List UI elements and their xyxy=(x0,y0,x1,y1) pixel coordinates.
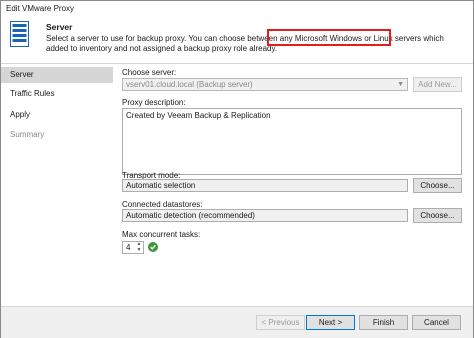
wizard-footer: < Previous Next > Finish Cancel xyxy=(1,306,473,338)
sidebar-item-label: Summary xyxy=(10,130,45,139)
sidebar-item-server[interactable]: Server xyxy=(1,67,113,83)
sidebar-item-label: Traffic Rules xyxy=(10,89,55,98)
step-title: Server xyxy=(46,22,73,32)
next-button[interactable]: Next > xyxy=(306,315,355,330)
proxy-description-label: Proxy description: xyxy=(122,98,186,107)
transport-choose-button[interactable]: Choose... xyxy=(413,178,462,193)
title-bar: Edit VMware Proxy xyxy=(1,1,473,17)
wizard-steps-sidebar: Server Traffic Rules Apply Summary xyxy=(1,65,113,313)
max-concurrent-tasks-value: 4 xyxy=(126,243,131,252)
add-new-button[interactable]: Add New... xyxy=(413,77,462,92)
datastores-choose-button[interactable]: Choose... xyxy=(413,208,462,223)
transport-mode-field: Automatic selection xyxy=(122,179,408,192)
proxy-description-textarea[interactable]: Created by Veeam Backup & Replication xyxy=(122,108,462,175)
sidebar-item-label: Apply xyxy=(10,110,31,119)
checkmark-icon xyxy=(148,242,158,252)
annotation-highlight-box xyxy=(267,29,391,46)
stepper-down-icon[interactable]: ▼ xyxy=(136,248,142,253)
edit-vmware-proxy-window: Edit VMware Proxy Server Select a server… xyxy=(0,0,474,338)
connected-datastores-field: Automatic detection (recommended) xyxy=(122,209,408,222)
server-icon xyxy=(10,21,29,47)
sidebar-item-apply[interactable]: Apply xyxy=(1,107,113,123)
sidebar-item-summary: Summary xyxy=(1,127,113,143)
choose-server-dropdown[interactable]: vserv01.cloud.local (Backup server) ▼ xyxy=(122,78,408,91)
window-title: Edit VMware Proxy xyxy=(6,4,75,13)
cancel-button[interactable]: Cancel xyxy=(412,315,461,330)
choose-server-label: Choose server: xyxy=(122,68,177,77)
sidebar-item-label: Server xyxy=(10,70,34,79)
sidebar-item-traffic-rules[interactable]: Traffic Rules xyxy=(1,86,113,102)
previous-button[interactable]: < Previous xyxy=(256,315,305,330)
step-description: Select a server to use for backup proxy.… xyxy=(46,34,444,53)
connected-datastores-label: Connected datastores: xyxy=(122,200,203,209)
finish-button[interactable]: Finish xyxy=(359,315,408,330)
chevron-down-icon: ▼ xyxy=(397,81,404,88)
max-concurrent-tasks-label: Max concurrent tasks: xyxy=(122,230,201,239)
choose-server-value: vserv01.cloud.local (Backup server) xyxy=(126,80,253,89)
max-concurrent-tasks-stepper[interactable]: 4 ▲ ▼ xyxy=(122,241,144,254)
wizard-header: Server Select a server to use for backup… xyxy=(1,17,473,64)
